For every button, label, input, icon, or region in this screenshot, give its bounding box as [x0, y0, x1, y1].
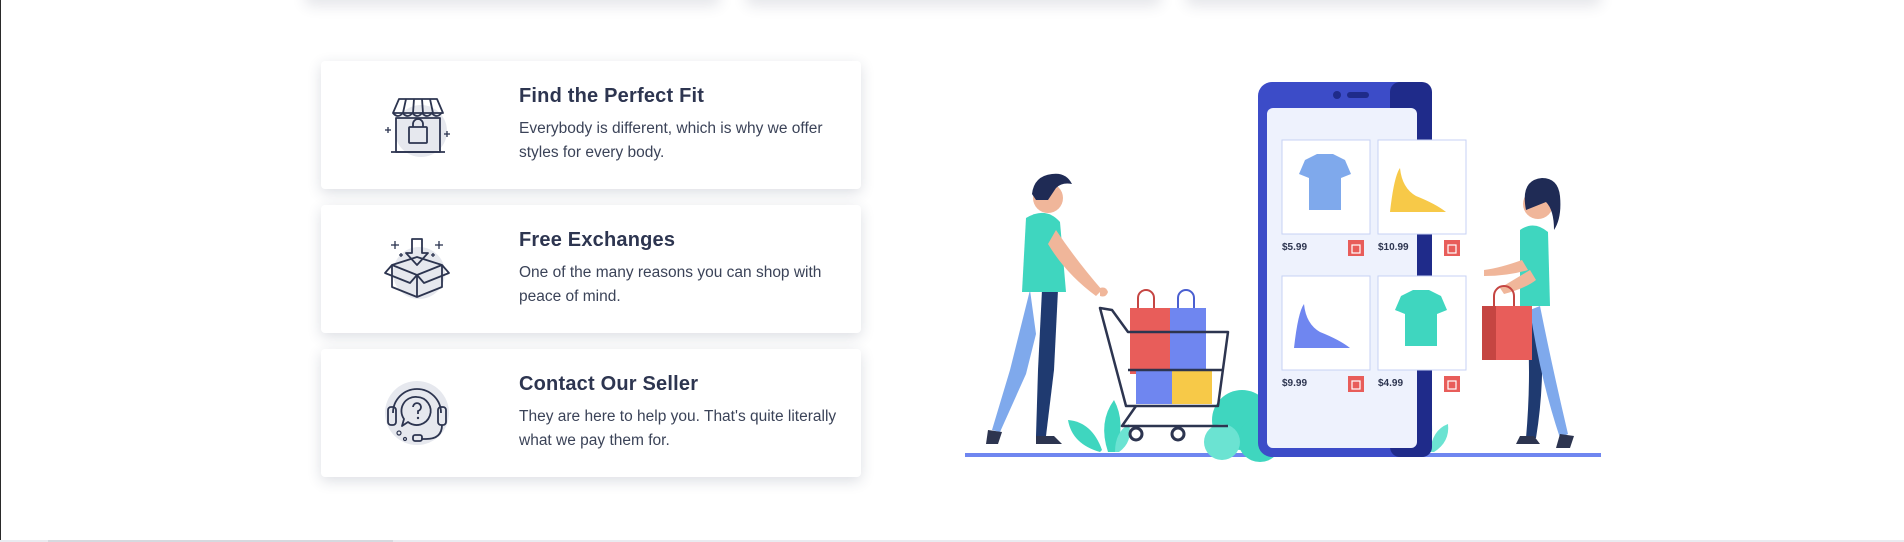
online-shopping-illustration: $5.99 $10.99 $9.99 $4.99	[960, 70, 1606, 470]
price-label: $4.99	[1378, 378, 1403, 389]
headset-support-icon	[379, 375, 455, 451]
open-box-arrow-icon	[379, 231, 455, 307]
bag-button-1	[1348, 240, 1364, 256]
product-tile-1	[1281, 139, 1371, 235]
feature-card-perfect-fit: Find the Perfect Fit Everybody is differ…	[321, 61, 861, 189]
page-left-border	[0, 0, 1, 542]
shopper-woman	[1482, 178, 1574, 448]
product-tile-2	[1377, 139, 1467, 235]
plant-left	[1068, 400, 1130, 452]
feature-card-contact-seller: Contact Our Seller They are here to help…	[321, 349, 861, 477]
price-label: $10.99	[1378, 242, 1409, 253]
feature-title: Free Exchanges	[519, 229, 676, 251]
storefront-bag-icon	[379, 87, 455, 163]
product-tile-3	[1281, 275, 1371, 371]
feature-description: They are here to help you. That's quite …	[519, 408, 837, 449]
feature-card-free-exchanges: Free Exchanges One of the many reasons y…	[321, 205, 861, 333]
bag-button-4	[1444, 376, 1460, 392]
bag-button-2	[1444, 240, 1460, 256]
price-label: $5.99	[1282, 242, 1307, 253]
phone	[1258, 82, 1432, 457]
price-label: $9.99	[1282, 378, 1307, 389]
feature-description: Everybody is different, which is why we …	[519, 120, 823, 161]
shopper-man	[986, 173, 1108, 444]
product-tile-4	[1377, 275, 1467, 371]
bag-button-3	[1348, 376, 1364, 392]
feature-description: One of the many reasons you can shop wit…	[519, 264, 822, 305]
feature-title: Contact Our Seller	[519, 373, 699, 395]
feature-title: Find the Perfect Fit	[519, 85, 705, 107]
